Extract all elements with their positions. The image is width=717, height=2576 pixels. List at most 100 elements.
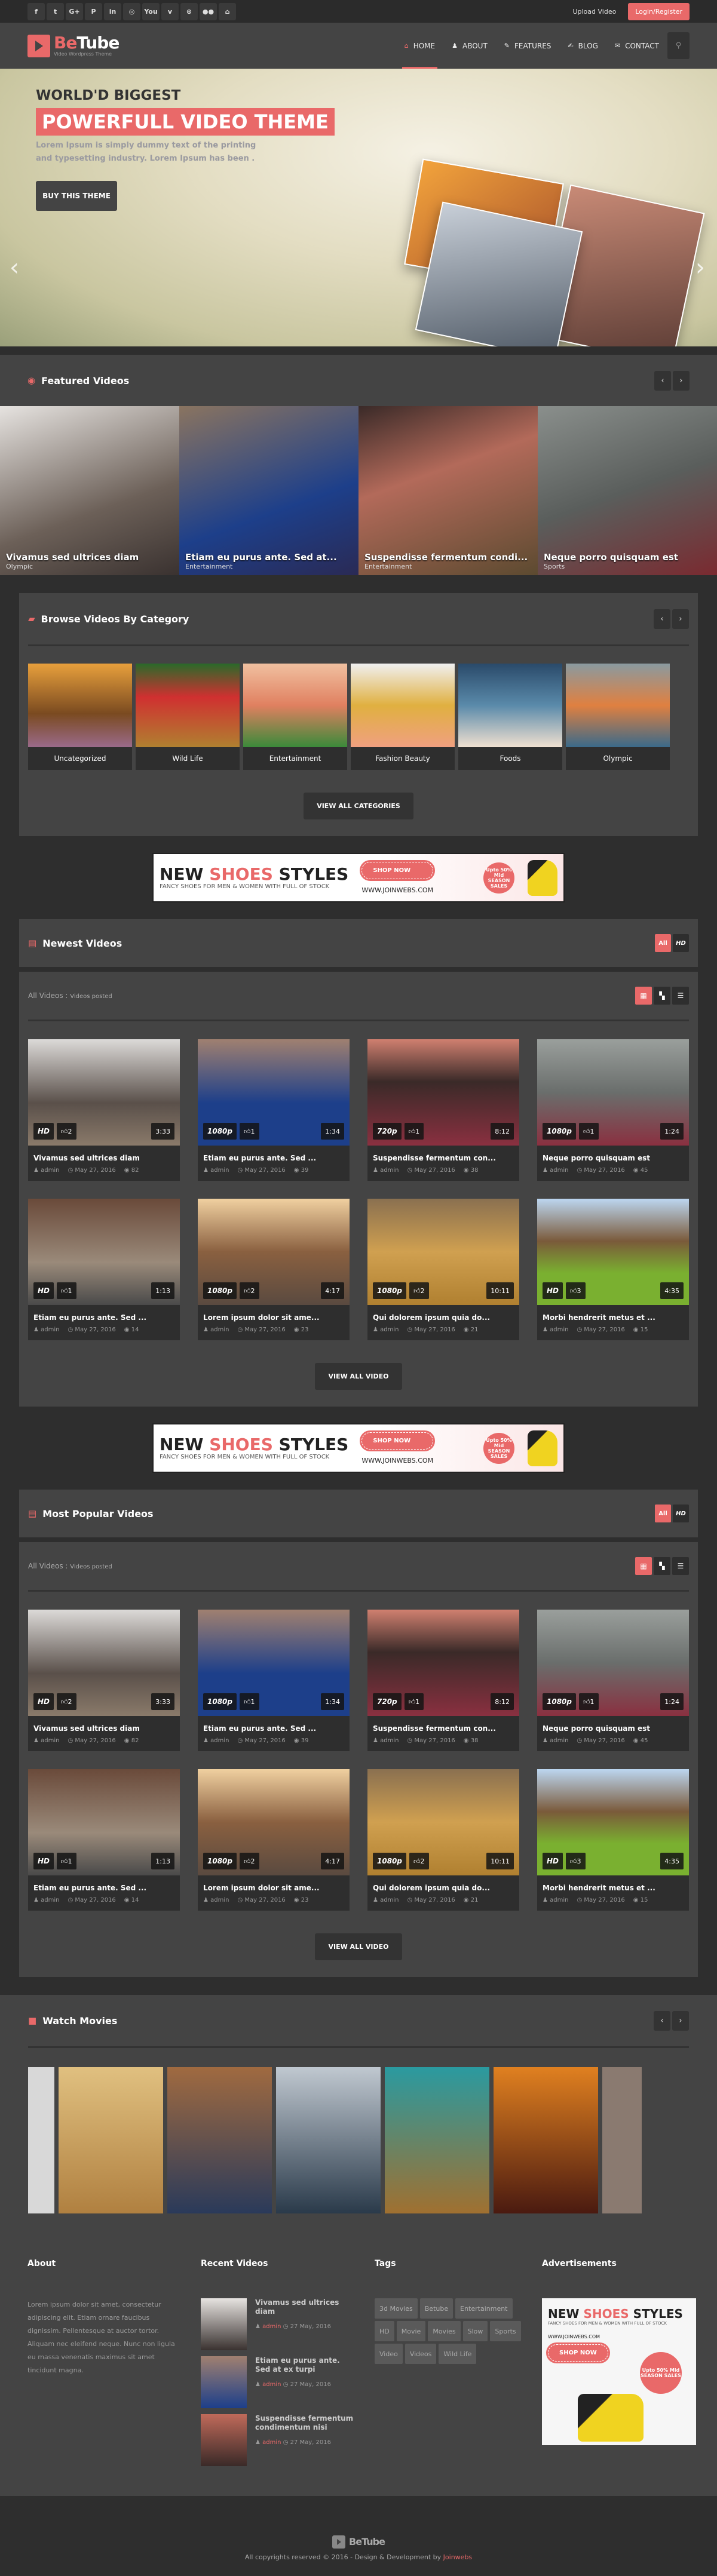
video-card[interactable]: 1080p 👍︎ 1 1:34 Etiam eu purus ante. Sed ..… <box>198 1610 350 1751</box>
video-category[interactable]: Sports <box>544 563 678 570</box>
recent-video-item[interactable]: Suspendisse fermentum condimentum nisi ♟ … <box>201 2414 357 2466</box>
author[interactable]: ♟ admin <box>33 1327 60 1333</box>
prev-arrow-button[interactable]: ‹ <box>654 2010 670 2031</box>
author[interactable]: ♟ admin <box>203 1327 229 1333</box>
video-card[interactable]: HD 👍︎ 3 4:35 Morbi hendrerit metus et ... ♟ … <box>537 1769 689 1911</box>
view-all-video-button[interactable]: VIEW ALL VIDEO <box>315 1363 402 1390</box>
tag-link[interactable]: Slow <box>462 2321 488 2341</box>
video-card[interactable]: 1080p 👍︎ 2 10:11 Qui dolorem ipsum quia do.… <box>367 1769 519 1911</box>
nav-features[interactable]: ✎ FEATURES <box>504 23 551 69</box>
prev-arrow-button[interactable]: ‹ <box>654 609 670 629</box>
movie-poster[interactable] <box>385 2067 489 2213</box>
author[interactable]: ♟ admin <box>373 1327 399 1333</box>
tag-link[interactable]: Betube <box>419 2298 454 2319</box>
footer-logo[interactable]: BeTube <box>332 2535 385 2549</box>
movie-poster[interactable] <box>276 2067 381 2213</box>
tag-link[interactable]: Video <box>375 2344 403 2364</box>
tag-link[interactable]: HD <box>375 2321 394 2341</box>
video-card[interactable]: 1080p 👍︎ 1 1:24 Neque porro quisquam est ♟ a… <box>537 1610 689 1751</box>
movie-poster[interactable] <box>59 2067 163 2213</box>
video-card[interactable]: HD 👍︎ 3 4:35 Morbi hendrerit metus et ... ♟ … <box>537 1199 689 1340</box>
github-icon[interactable]: ⌂ <box>219 2 236 20</box>
featured-video-card[interactable]: Suspendisse fermentum condi... Entertainm… <box>358 406 538 575</box>
list-view-icon[interactable]: ☰ <box>672 987 689 1005</box>
logo[interactable]: BeTube Video Wordpress Theme <box>27 34 120 57</box>
search-button[interactable]: ⚲ <box>667 32 690 59</box>
video-title[interactable]: Etiam eu purus ante. Sed ... <box>198 1716 350 1737</box>
video-category[interactable]: Entertainment <box>364 563 528 570</box>
recent-video-thumbnail[interactable] <box>201 2414 247 2466</box>
category-card[interactable]: Olympic <box>566 664 670 770</box>
video-title[interactable]: Vivamus sed ultrices diam <box>28 1146 180 1167</box>
tag-link[interactable]: 3d Movies <box>375 2298 418 2319</box>
video-title[interactable]: Vivamus sed ultrices diam <box>28 1716 180 1737</box>
category-card[interactable]: Uncategorized <box>28 664 132 770</box>
ad-banner[interactable]: NEW SHOES STYLES FANCY SHOES FOR MEN & WO… <box>152 853 565 902</box>
video-category[interactable]: Olympic <box>6 563 139 570</box>
vimeo-icon[interactable]: v <box>161 2 179 20</box>
video-category[interactable]: Entertainment <box>185 563 337 570</box>
video-card[interactable]: 1080p 👍︎ 1 1:34 Etiam eu purus ante. Sed ..… <box>198 1039 350 1181</box>
recent-video-thumbnail[interactable] <box>201 2356 247 2408</box>
video-thumbnail[interactable]: HD 👍︎ 2 3:33 <box>28 1039 180 1146</box>
grid-small-view-icon[interactable]: ▦ <box>635 1557 652 1575</box>
video-card[interactable]: 1080p 👍︎ 2 10:11 Qui dolorem ipsum quia do.… <box>367 1199 519 1340</box>
instagram-icon[interactable]: ◎ <box>123 2 140 20</box>
video-card[interactable]: HD 👍︎ 2 3:33 Vivamus sed ultrices diam ♟ adm… <box>28 1039 180 1181</box>
facebook-icon[interactable]: f <box>27 2 45 20</box>
recent-video-title[interactable]: Vivamus sed ultrices diam <box>255 2298 357 2316</box>
next-arrow-button[interactable]: › <box>673 370 690 391</box>
video-title[interactable]: Suspendisse fermentum condi... <box>364 552 528 563</box>
next-arrow-button[interactable]: › <box>672 609 689 629</box>
video-thumbnail[interactable]: HD 👍︎ 1 1:13 <box>28 1769 180 1875</box>
author-link[interactable]: admin <box>262 2323 281 2330</box>
category-card[interactable]: Wild Life <box>136 664 240 770</box>
ad-banner[interactable]: NEW SHOES STYLES FANCY SHOES FOR MEN & WO… <box>152 1423 565 1473</box>
author[interactable]: ♟ admin <box>373 1897 399 1903</box>
movie-poster[interactable] <box>602 2067 642 2213</box>
author[interactable]: ♟ admin <box>543 1897 569 1903</box>
video-card[interactable]: HD 👍︎ 1 1:13 Etiam eu purus ante. Sed ... ♟ … <box>28 1199 180 1340</box>
sidebar-ad[interactable]: NEW SHOES STYLES FANCY SHOES FOR MEN & W… <box>542 2298 696 2445</box>
video-thumbnail[interactable]: 720p 👍︎ 1 8:12 <box>367 1610 519 1716</box>
video-title[interactable]: Morbi hendrerit metus et ... <box>537 1305 689 1327</box>
video-thumbnail[interactable]: HD 👍︎ 1 1:13 <box>28 1199 180 1305</box>
author[interactable]: ♟ admin <box>33 1167 60 1174</box>
video-thumbnail[interactable]: 1080p 👍︎ 2 4:17 <box>198 1199 350 1305</box>
video-title[interactable]: Etiam eu purus ante. Sed ... <box>28 1305 180 1327</box>
video-thumbnail[interactable]: 720p 👍︎ 1 8:12 <box>367 1039 519 1146</box>
dribbble-icon[interactable]: ⊛ <box>180 2 198 20</box>
grid-medium-view-icon[interactable]: ▚ <box>654 987 670 1005</box>
view-all-categories-button[interactable]: VIEW ALL CATEGORIES <box>304 793 413 819</box>
author[interactable]: ♟ admin <box>543 1327 569 1333</box>
author[interactable]: ♟ admin <box>33 1897 60 1903</box>
upload-video-link[interactable]: Upload Video <box>572 8 616 16</box>
tag-link[interactable]: Wild Life <box>439 2344 477 2364</box>
video-card[interactable]: 720p 👍︎ 1 8:12 Suspendisse fermentum con...… <box>367 1610 519 1751</box>
nav-about[interactable]: ♟ ABOUT <box>452 23 488 69</box>
author[interactable]: ♟ admin <box>543 1167 569 1174</box>
grid-small-view-icon[interactable]: ▦ <box>635 987 652 1005</box>
video-title[interactable]: Suspendisse fermentum con... <box>367 1716 519 1737</box>
category-card[interactable]: Fashion Beauty <box>351 664 455 770</box>
next-arrow-button[interactable]: › <box>672 2010 689 2031</box>
recent-video-item[interactable]: Etiam eu purus ante. Sed at ex turpi ♟ ad… <box>201 2356 357 2408</box>
video-title[interactable]: Etiam eu purus ante. Sed ... <box>28 1875 180 1897</box>
video-title[interactable]: Etiam eu purus ante. Sed at... <box>185 552 337 563</box>
author[interactable]: ♟ admin <box>373 1737 399 1744</box>
list-view-icon[interactable]: ☰ <box>672 1557 689 1575</box>
author[interactable]: ♟ admin <box>373 1167 399 1174</box>
video-title[interactable]: Qui dolorem ipsum quia do... <box>367 1875 519 1897</box>
recent-video-title[interactable]: Etiam eu purus ante. Sed at ex turpi <box>255 2356 357 2374</box>
youtube-icon[interactable]: You <box>142 2 160 20</box>
recent-video-thumbnail[interactable] <box>201 2298 247 2350</box>
video-thumbnail[interactable]: 1080p 👍︎ 2 4:17 <box>198 1769 350 1875</box>
slider-prev-icon[interactable]: ‹ <box>10 254 19 281</box>
author-link[interactable]: admin <box>262 2381 281 2388</box>
movie-poster[interactable] <box>28 2067 54 2213</box>
google-plus-icon[interactable]: G+ <box>66 2 83 20</box>
shop-now-button[interactable]: SHOP NOW <box>360 859 436 881</box>
twitter-icon[interactable]: t <box>47 2 64 20</box>
category-card[interactable]: Foods <box>458 664 562 770</box>
tab-hd[interactable]: HD <box>673 934 689 952</box>
